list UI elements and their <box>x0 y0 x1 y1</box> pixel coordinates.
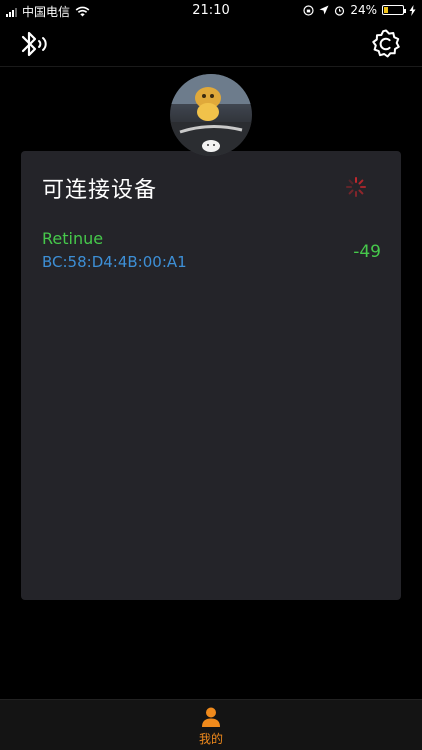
device-address: BC:58:D4:4B:00:A1 <box>42 253 187 271</box>
person-icon <box>202 707 220 727</box>
status-right: 24% <box>303 3 416 17</box>
avatar[interactable] <box>170 74 252 156</box>
device-row[interactable]: Retinue BC:58:D4:4B:00:A1 -49 <box>42 229 381 275</box>
tab-bar: 我的 <box>0 699 422 750</box>
app-screen: 中国电信 21:10 24% 可连接设备 Retinue BC:58:D4:4B… <box>0 0 422 750</box>
nav-bar <box>0 22 422 67</box>
device-rssi: -49 <box>353 242 381 262</box>
device-list-card: 可连接设备 Retinue BC:58:D4:4B:00:A1 -49 <box>21 151 401 600</box>
alarm-icon <box>335 5 345 16</box>
device-name: Retinue <box>42 229 104 248</box>
battery-icon <box>382 5 406 15</box>
settings-icon[interactable] <box>370 28 402 60</box>
location-icon <box>319 5 329 15</box>
avatar-image <box>170 74 252 156</box>
tab-mine-label: 我的 <box>198 732 223 746</box>
bluetooth-icon[interactable] <box>18 28 52 60</box>
battery-percent: 24% <box>350 3 377 17</box>
status-bar: 中国电信 21:10 24% <box>0 0 422 22</box>
charging-icon <box>409 4 416 16</box>
card-title: 可连接设备 <box>42 178 158 203</box>
spinner-icon <box>346 177 366 197</box>
orientation-lock-icon <box>303 4 314 16</box>
tab-mine[interactable]: 我的 <box>181 706 241 750</box>
